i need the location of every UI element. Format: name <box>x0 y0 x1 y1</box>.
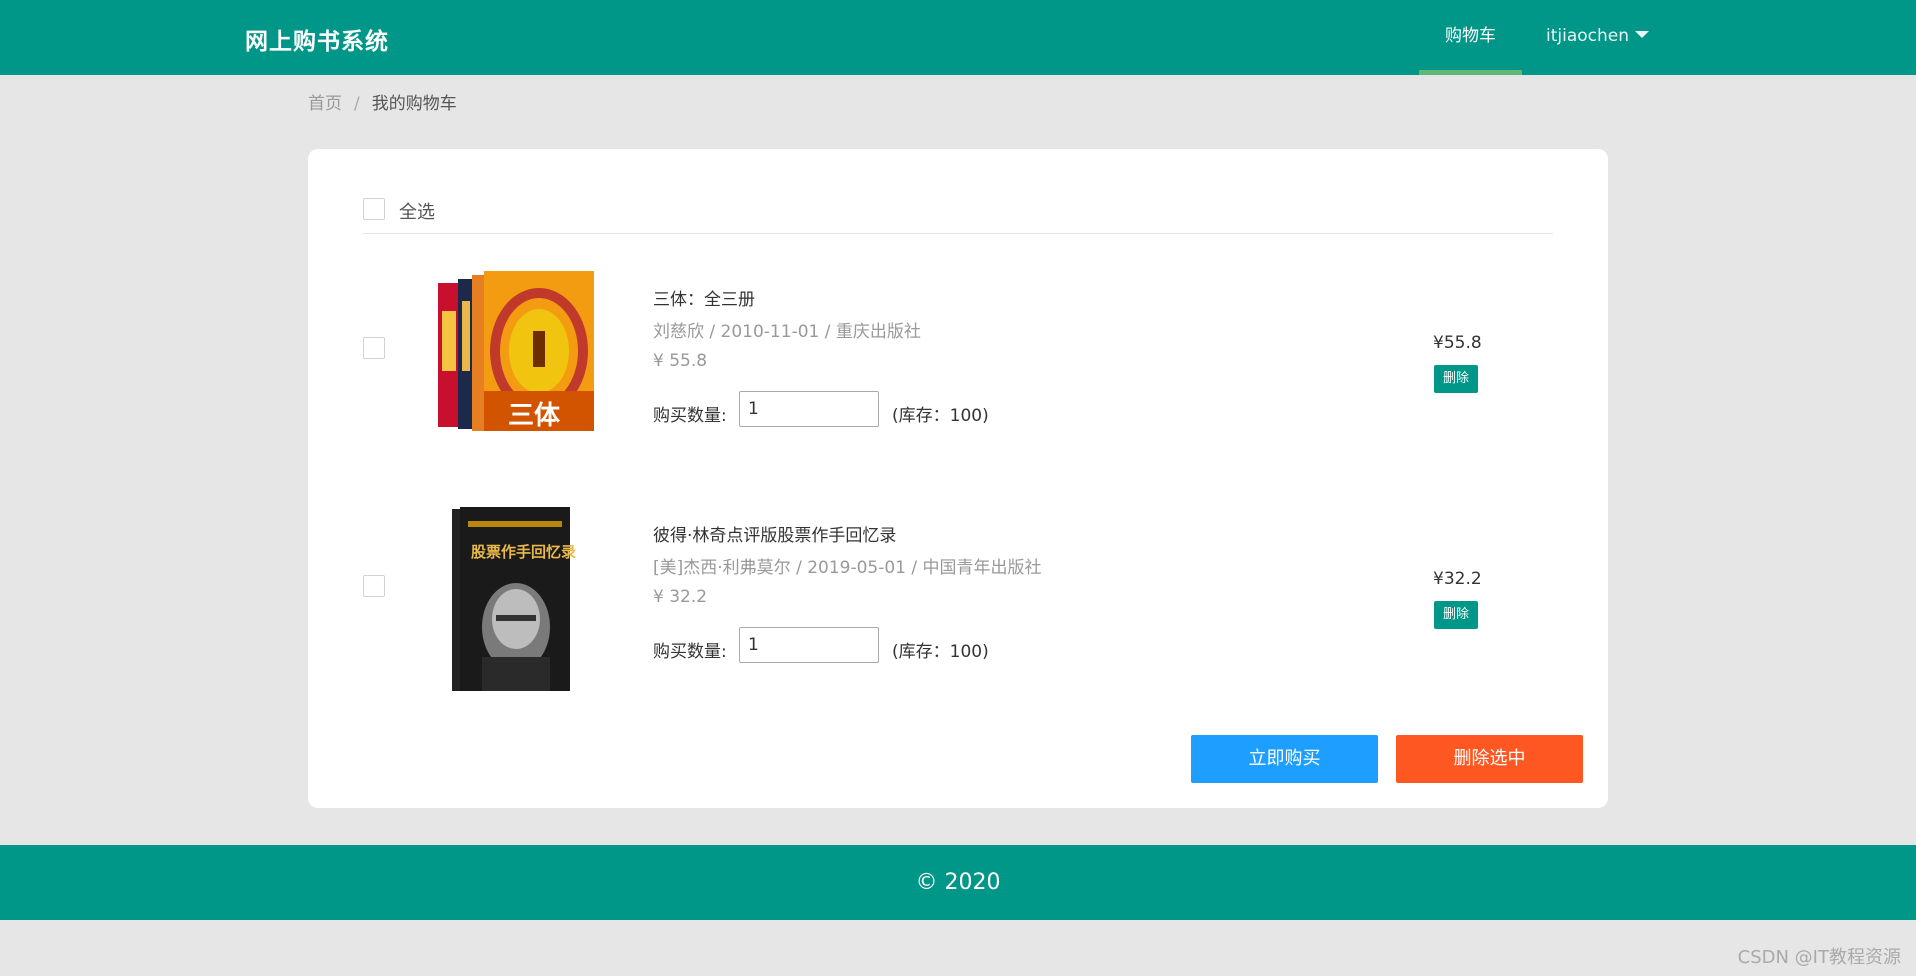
footer: © 2020 <box>0 845 1916 920</box>
breadcrumb-current: 我的购物车 <box>371 94 457 114</box>
select-all-checkbox[interactable] <box>363 198 385 220</box>
select-all-label[interactable]: 全选 <box>399 198 435 224</box>
top-navbar: 网上购书系统 购物车 itjiaochen <box>0 0 1916 75</box>
delete-item-button[interactable]: 删除 <box>1434 365 1478 393</box>
divider <box>363 233 1553 234</box>
book-title[interactable]: 三体：全三册 <box>653 285 755 310</box>
breadcrumb-separator: / <box>354 94 360 114</box>
quantity-input[interactable] <box>739 391 879 427</box>
book-price: ¥ 32.2 <box>653 587 708 607</box>
active-tab-indicator <box>1419 70 1522 75</box>
site-logo[interactable]: 网上购书系统 <box>245 22 389 56</box>
item-checkbox[interactable] <box>363 337 385 359</box>
book-price: ¥ 55.8 <box>653 351 708 371</box>
book-cover-stock-operator-image: 股票作手回忆录 <box>452 507 576 691</box>
item-subtotal: ¥32.2 <box>1433 569 1482 589</box>
nav-user-menu[interactable]: itjiaochen <box>1546 0 1650 75</box>
caret-down-icon <box>1635 31 1650 38</box>
item-checkbox[interactable] <box>363 575 385 597</box>
stock-label: (库存：100) <box>892 642 989 662</box>
stock-label: (库存：100) <box>892 406 989 426</box>
copyright-text: © 2020 <box>915 870 1001 895</box>
breadcrumb-home-link[interactable]: 首页 <box>308 94 342 114</box>
book-meta: [美]杰西·利弗莫尔 / 2019-05-01 / 中国青年出版社 <box>653 558 1042 578</box>
book-cover-santi-image: 三体 <box>438 271 594 431</box>
book-title[interactable]: 彼得·林奇点评版股票作手回忆录 <box>653 521 896 546</box>
buy-now-button[interactable]: 立即购买 <box>1191 735 1378 783</box>
nav-cart-label: 购物车 <box>1445 26 1496 46</box>
nav-item-cart[interactable]: 购物车 <box>1419 0 1522 75</box>
username-label: itjiaochen <box>1546 26 1630 46</box>
quantity-label: 购买数量: <box>653 406 727 426</box>
item-subtotal: ¥55.8 <box>1433 333 1482 353</box>
delete-selected-button[interactable]: 删除选中 <box>1396 735 1583 783</box>
watermark: CSDN @IT教程资源 <box>1737 947 1901 968</box>
quantity-label: 购买数量: <box>653 642 727 662</box>
cart-panel: 全选 三体 三体：全三册 刘慈欣 / 2010-11-01 / 重庆出版社 ¥ … <box>308 149 1608 808</box>
delete-item-button[interactable]: 删除 <box>1434 601 1478 629</box>
cart-item: 股票作手回忆录 彼得·林奇点评版股票作手回忆录 [美]杰西·利弗莫尔 / 201… <box>308 507 1608 707</box>
quantity-input[interactable] <box>739 627 879 663</box>
cart-item: 三体 三体：全三册 刘慈欣 / 2010-11-01 / 重庆出版社 ¥ 55.… <box>308 271 1608 471</box>
cover-title-text: 三体 <box>508 401 561 431</box>
cover-title-text: 股票作手回忆录 <box>471 543 576 561</box>
book-meta: 刘慈欣 / 2010-11-01 / 重庆出版社 <box>653 322 921 342</box>
breadcrumb: 首页 / 我的购物车 <box>308 89 457 114</box>
